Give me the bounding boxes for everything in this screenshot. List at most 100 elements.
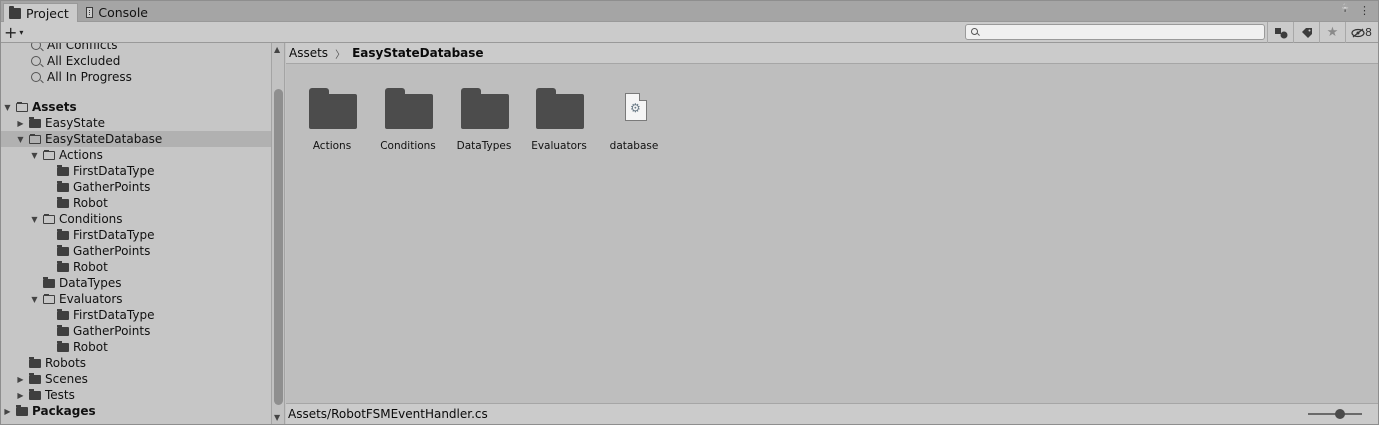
tree-item-label: GatherPoints — [73, 180, 151, 194]
tree-item-all-conflicts[interactable]: All Conflicts — [1, 43, 271, 53]
hidden-count: 8 — [1365, 26, 1372, 39]
expand-arrow-icon[interactable]: ▼ — [30, 295, 39, 304]
console-icon — [86, 7, 94, 18]
favorites-button[interactable]: ★ — [1319, 22, 1345, 43]
asset-label: database — [609, 140, 659, 152]
tree-item-robots[interactable]: Robots — [1, 355, 271, 371]
folder-icon — [461, 88, 509, 129]
tree-item-label: Tests — [45, 388, 75, 402]
asset-folder-evaluators[interactable]: Evaluators — [521, 84, 597, 164]
gear-icon: ⚙ — [630, 101, 641, 115]
tree-item-actions-firstdatatype[interactable]: FirstDataType — [1, 163, 271, 179]
tree-item-conditions-firstdatatype[interactable]: FirstDataType — [1, 227, 271, 243]
expand-arrow-icon[interactable]: ▼ — [3, 103, 12, 112]
tab-project-label: Project — [26, 5, 69, 21]
filter-buttons: ★ 8 — [1267, 22, 1377, 43]
tree-item-label: Robot — [73, 340, 108, 354]
more-menu-icon[interactable]: ⋮ — [1359, 4, 1370, 17]
tree-item-label: EasyState — [45, 116, 106, 130]
project-toolbar: + ▾ ★ 8 — [1, 22, 1378, 43]
folder-open-icon — [43, 213, 55, 224]
expand-arrow-icon[interactable]: ▼ — [30, 215, 39, 224]
tree-item-label: FirstDataType — [73, 228, 155, 242]
chevron-right-icon: 〉 — [335, 49, 346, 61]
tree-item-evaluators[interactable]: ▼ Evaluators — [1, 291, 271, 307]
scroll-up-icon[interactable]: ▲ — [274, 45, 280, 54]
search-input[interactable] — [965, 24, 1265, 40]
lock-icon[interactable]: 🔒 — [1340, 4, 1351, 17]
tree-item-datatypes[interactable]: DataTypes — [1, 275, 271, 291]
tree-item-all-in-progress[interactable]: All In Progress — [1, 69, 271, 85]
expand-arrow-icon[interactable]: ▶ — [16, 375, 25, 384]
folder-open-icon — [16, 101, 28, 112]
tree-item-label: Scenes — [45, 372, 88, 386]
folder-icon — [57, 308, 69, 320]
tree-item-packages[interactable]: ▶ Packages — [1, 403, 271, 419]
search-by-label-button[interactable] — [1293, 22, 1319, 43]
eye-slash-icon — [1351, 28, 1365, 37]
tab-console-label: Console — [98, 5, 148, 20]
create-button[interactable]: + ▾ — [4, 22, 24, 42]
tree-item-label: Actions — [59, 148, 103, 162]
expand-arrow-icon[interactable]: ▶ — [16, 119, 25, 128]
folder-icon — [57, 260, 69, 272]
tree-item-assets[interactable]: ▼ Assets — [1, 99, 271, 115]
tree-item-easystate[interactable]: ▶ EasyState — [1, 115, 271, 131]
expand-arrow-icon[interactable]: ▶ — [16, 391, 25, 400]
breadcrumb-current[interactable]: EasyStateDatabase — [352, 46, 483, 60]
folder-icon — [57, 340, 69, 352]
asset-folder-actions[interactable]: Actions — [294, 84, 370, 164]
tree-scrollbar[interactable]: ▲ ▼ — [271, 43, 285, 424]
folder-icon — [29, 372, 41, 384]
tree-item-conditions[interactable]: ▼ Conditions — [1, 211, 271, 227]
selected-asset-path: Assets/RobotFSMEventHandler.cs — [288, 407, 488, 421]
chevron-down-icon: ▾ — [19, 27, 24, 37]
folder-icon — [57, 164, 69, 176]
search-icon — [31, 56, 41, 66]
tag-icon — [1301, 27, 1312, 38]
tree-item-conditions-robot[interactable]: Robot — [1, 259, 271, 275]
folder-icon — [57, 244, 69, 256]
tree-item-label: Evaluators — [59, 292, 123, 306]
asset-folder-datatypes[interactable]: DataTypes — [446, 84, 522, 164]
search-icon — [971, 28, 978, 35]
tree-item-all-excluded[interactable]: All Excluded — [1, 53, 271, 69]
hidden-packages-button[interactable]: 8 — [1345, 22, 1377, 43]
tree-item-evaluators-robot[interactable]: Robot — [1, 339, 271, 355]
folder-open-icon — [29, 133, 41, 144]
expand-arrow-icon[interactable]: ▼ — [30, 151, 39, 160]
asset-grid: Actions Conditions DataTypes Evaluators … — [286, 64, 1378, 403]
icon-size-slider[interactable] — [1308, 409, 1362, 419]
tree-item-evaluators-gatherpoints[interactable]: GatherPoints — [1, 323, 271, 339]
breadcrumb: Assets 〉 EasyStateDatabase — [286, 43, 1378, 64]
scrollbar-thumb[interactable] — [274, 89, 283, 405]
tree-item-actions[interactable]: ▼ Actions — [1, 147, 271, 163]
slider-knob[interactable] — [1335, 409, 1345, 419]
tree-item-actions-robot[interactable]: Robot — [1, 195, 271, 211]
tab-project[interactable]: Project — [3, 3, 78, 22]
tree-item-label: Assets — [32, 100, 77, 114]
breadcrumb-assets[interactable]: Assets — [289, 46, 328, 60]
folder-icon — [43, 276, 55, 288]
expand-arrow-icon[interactable]: ▼ — [16, 135, 25, 144]
folder-tree: All Conflicts All Excluded All In Progre… — [1, 43, 271, 424]
tab-console[interactable]: Console — [81, 3, 156, 22]
plus-icon: + — [4, 22, 18, 42]
tree-item-scenes[interactable]: ▶ Scenes — [1, 371, 271, 387]
tree-item-label: EasyStateDatabase — [45, 132, 163, 146]
tree-item-tests[interactable]: ▶ Tests — [1, 387, 271, 403]
scroll-down-icon[interactable]: ▼ — [274, 413, 280, 422]
asset-file-database[interactable]: ⚙ database — [596, 84, 672, 164]
tree-item-label: Conditions — [59, 212, 123, 226]
expand-arrow-icon[interactable]: ▶ — [3, 407, 12, 416]
tree-item-conditions-gatherpoints[interactable]: GatherPoints — [1, 243, 271, 259]
tree-item-evaluators-firstdatatype[interactable]: FirstDataType — [1, 307, 271, 323]
folder-icon — [536, 88, 584, 129]
search-by-type-button[interactable] — [1267, 22, 1293, 43]
search-icon — [31, 43, 41, 50]
scriptable-object-icon: ⚙ — [625, 93, 647, 121]
folder-icon — [385, 88, 433, 129]
tree-item-actions-gatherpoints[interactable]: GatherPoints — [1, 179, 271, 195]
tree-item-easystatedatabase[interactable]: ▼ EasyStateDatabase — [1, 131, 271, 147]
asset-folder-conditions[interactable]: Conditions — [370, 84, 446, 164]
